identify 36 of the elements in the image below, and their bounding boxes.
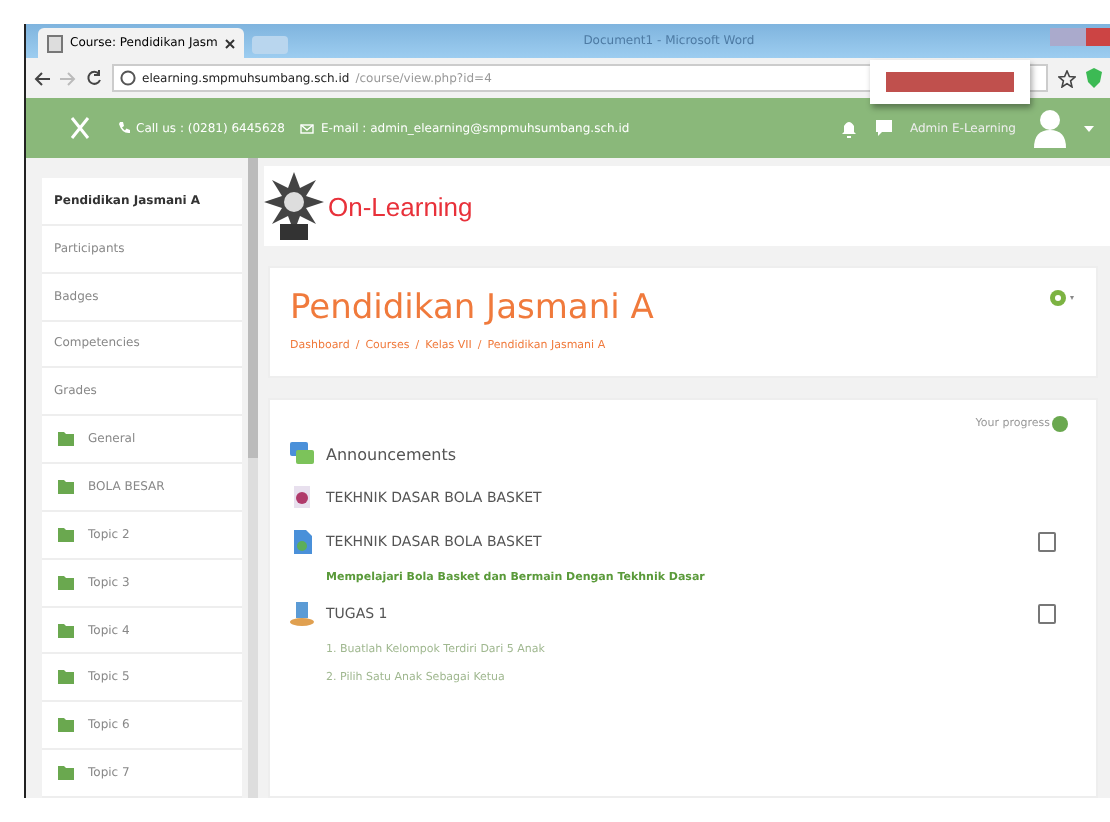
folder-icon [58,623,74,638]
folder-icon [58,432,74,447]
mail-icon [300,123,315,133]
shield-icon[interactable] [1086,68,1102,88]
page-icon [46,33,64,53]
forum-icon [290,442,314,466]
folder-icon [58,575,74,590]
new-tab-button[interactable] [251,36,288,54]
window-controls-icon[interactable] [1050,28,1110,46]
phone-icon [118,122,130,134]
avatar-icon[interactable] [1032,108,1068,148]
completion-checkbox[interactable] [1038,604,1056,624]
caret-icon[interactable] [1084,125,1094,131]
scrollbar[interactable] [248,158,258,798]
assignment-icon [290,602,314,626]
page-icon [290,486,314,510]
forward-icon[interactable] [60,71,76,85]
bell-icon[interactable] [839,118,858,138]
emblem-icon [264,172,324,240]
redacted-bar [886,72,1014,92]
reload-icon[interactable] [86,70,102,86]
folder-icon [58,670,74,685]
chat-icon[interactable] [873,118,894,138]
settings-icon[interactable] [1048,288,1076,308]
folder-icon [58,718,74,733]
logo-text: On-Learning [328,191,473,221]
course-title: Pendidikan Jasmani A [290,288,654,328]
document-icon [290,530,314,554]
completion-checkbox[interactable] [1038,532,1056,552]
close-icon[interactable] [223,37,236,49]
folder-icon [58,479,74,494]
folder-icon [58,527,74,542]
back-icon[interactable] [34,71,50,85]
star-icon[interactable] [1058,69,1076,87]
folder-icon [58,766,74,781]
activity-link[interactable]: Announcements [326,445,457,463]
